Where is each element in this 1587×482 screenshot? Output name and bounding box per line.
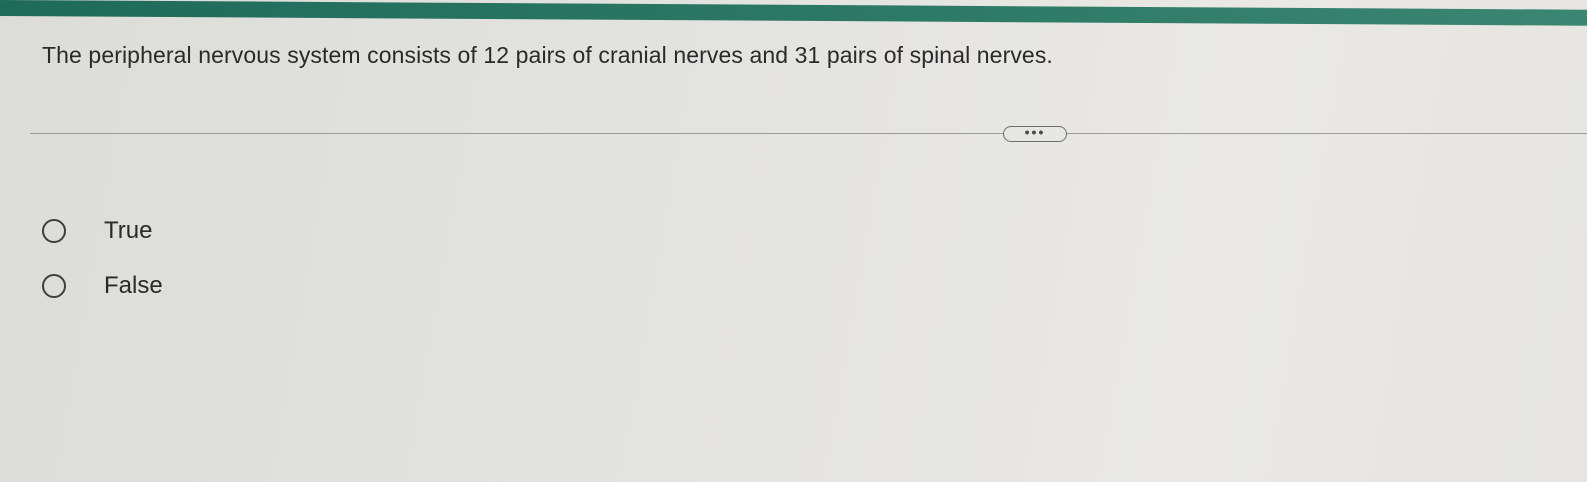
- ellipsis-icon: •••: [1024, 123, 1046, 140]
- more-options-button[interactable]: •••: [1003, 123, 1067, 142]
- answer-option-true[interactable]: True: [42, 217, 152, 245]
- option-label-true: True: [104, 217, 153, 244]
- question-text: The peripheral nervous system consists o…: [42, 42, 1053, 68]
- answer-option-false[interactable]: False: [42, 272, 163, 300]
- header-bar: [0, 0, 1587, 26]
- divider: [30, 133, 1587, 134]
- radio-button-true[interactable]: [42, 219, 66, 243]
- radio-button-false[interactable]: [42, 274, 66, 298]
- option-label-false: False: [104, 272, 163, 299]
